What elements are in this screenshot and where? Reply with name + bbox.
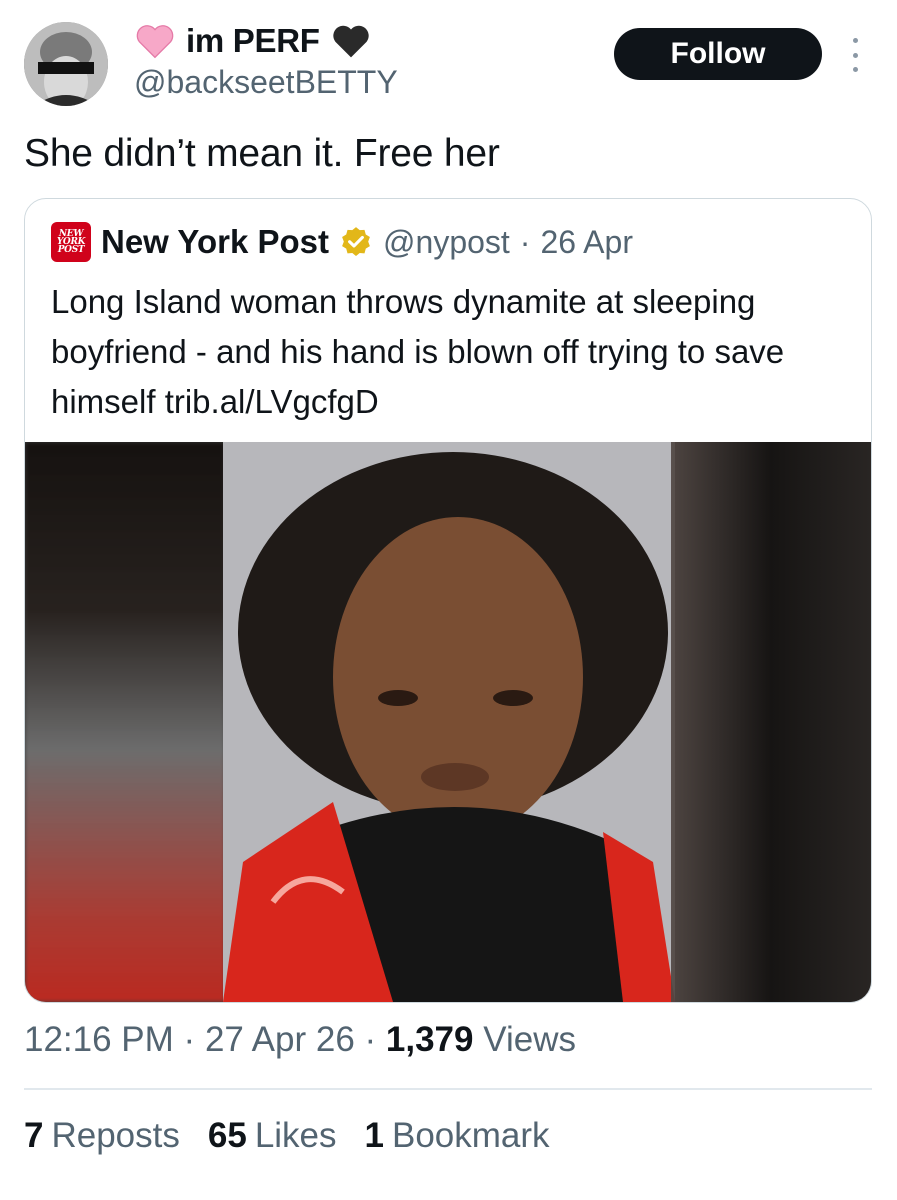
tweet-date[interactable]: 27 Apr 26 bbox=[205, 1020, 355, 1059]
logo-line-3: POST bbox=[57, 245, 85, 255]
quoted-handle[interactable]: @nypost bbox=[383, 224, 510, 261]
author-name-row[interactable]: im PERF bbox=[134, 18, 372, 64]
views-label[interactable]: Views bbox=[483, 1020, 576, 1059]
reposts-label: Reposts bbox=[51, 1116, 180, 1155]
tweet-time[interactable]: 12:16 PM bbox=[24, 1020, 174, 1059]
meta-separator-1: · bbox=[183, 1020, 196, 1059]
avatar-image bbox=[24, 22, 108, 106]
meta-separator-2: · bbox=[364, 1020, 377, 1059]
likes-stat[interactable]: 65 Likes bbox=[208, 1116, 337, 1156]
reposts-count: 7 bbox=[24, 1116, 44, 1155]
bookmarks-count: 1 bbox=[364, 1116, 384, 1155]
quoted-separator: · bbox=[519, 223, 531, 260]
black-heart-icon bbox=[332, 25, 369, 58]
tweet-text: She didn’t mean it. Free her bbox=[24, 132, 500, 175]
bookmarks-stat[interactable]: 1 Bookmark bbox=[365, 1116, 550, 1156]
more-options-icon[interactable] bbox=[848, 38, 862, 72]
avatar[interactable] bbox=[24, 22, 108, 106]
nypost-logo-icon[interactable]: NEW YORK POST bbox=[51, 222, 91, 262]
mugshot-photo bbox=[223, 442, 675, 1002]
media-blur-left bbox=[25, 442, 225, 1002]
pink-heart-icon bbox=[136, 25, 174, 59]
media-blur-right bbox=[671, 442, 871, 1002]
bookmarks-label: Bookmark bbox=[392, 1116, 550, 1155]
quoted-date[interactable]: 26 Apr bbox=[540, 224, 633, 261]
quoted-tweet[interactable]: NEW YORK POST New York Post @nypost · 26… bbox=[24, 198, 872, 1003]
reposts-stat[interactable]: 7 Reposts bbox=[24, 1116, 180, 1156]
engagement-stats: 7 Reposts 65 Likes 1 Bookmark bbox=[24, 1116, 550, 1156]
author-display-name[interactable]: im PERF bbox=[186, 22, 320, 60]
tweet-meta: 12:16 PM · 27 Apr 26 · 1,379 Views bbox=[24, 1020, 576, 1060]
quoted-display-name[interactable]: New York Post bbox=[101, 223, 329, 261]
quoted-tweet-header: NEW YORK POST New York Post @nypost · 26… bbox=[51, 219, 633, 265]
views-count[interactable]: 1,379 bbox=[386, 1020, 474, 1059]
quoted-tweet-media[interactable] bbox=[25, 442, 871, 1002]
likes-label: Likes bbox=[254, 1116, 337, 1155]
divider bbox=[24, 1088, 872, 1090]
author-handle[interactable]: @backseetBETTY bbox=[134, 64, 398, 101]
quoted-tweet-text: Long Island woman throws dynamite at sle… bbox=[51, 283, 785, 420]
follow-button[interactable]: Follow bbox=[614, 28, 822, 80]
verified-badge-icon[interactable] bbox=[339, 225, 373, 259]
likes-count: 65 bbox=[207, 1116, 247, 1155]
